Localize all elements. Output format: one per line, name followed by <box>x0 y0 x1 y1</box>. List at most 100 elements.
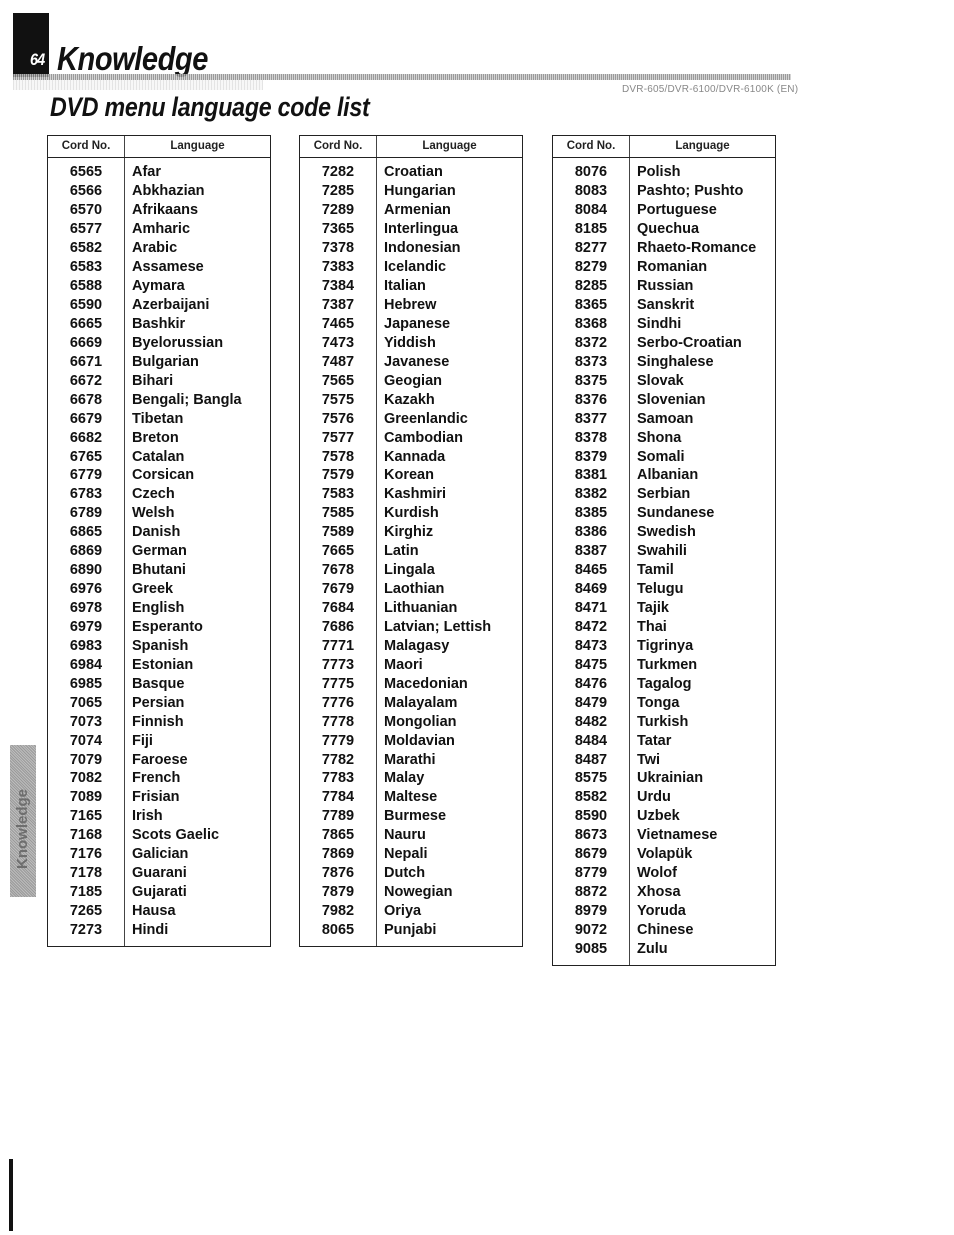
table-row: 6566 Abkhazian <box>48 182 270 201</box>
code-cell: 7576 <box>321 410 355 427</box>
code-cell: 7065 <box>69 694 103 711</box>
code-cell: 7776 <box>321 694 355 711</box>
language-cell: Dutch <box>384 865 426 882</box>
table-row: 8482 Turkish <box>553 712 775 731</box>
language-cell: Macedonian <box>384 675 468 692</box>
code-cell: 7585 <box>321 505 355 522</box>
table-row: 7869 Nepali <box>300 845 522 864</box>
language-cell: Basque <box>132 675 185 692</box>
language-cell: Afar <box>132 164 162 181</box>
code-cell: 6671 <box>69 353 103 370</box>
code-cell: 6783 <box>69 486 103 503</box>
language-cell: Romanian <box>637 259 708 276</box>
code-cell: 8590 <box>574 808 608 825</box>
language-cell: Italian <box>384 278 426 295</box>
language-cell: Uzbek <box>637 808 680 825</box>
language-cell: English <box>132 600 185 617</box>
code-cell: 7578 <box>321 448 355 465</box>
language-cell: Maori <box>384 656 423 673</box>
code-cell: 8673 <box>574 827 608 844</box>
table-row: 6583 Assamese <box>48 258 270 277</box>
table-row: 9085 Zulu <box>553 939 775 958</box>
table-row: 8375 Slovak <box>553 371 775 390</box>
table-row: 7876 Dutch <box>300 864 522 883</box>
language-cell: Albanian <box>637 467 699 484</box>
table-row: 6588 Aymara <box>48 277 270 296</box>
code-cell: 7168 <box>69 827 103 844</box>
language-cell: Yoruda <box>637 903 686 920</box>
language-cell: Pashto; Pushto <box>637 183 744 200</box>
code-cell: 7771 <box>321 637 355 654</box>
language-cell: Bengali; Bangla <box>132 391 242 408</box>
table-row: 7065 Persian <box>48 693 270 712</box>
code-cell: 7265 <box>69 903 103 920</box>
code-cell: 8487 <box>574 751 608 768</box>
table-row: 7089 Frisian <box>48 788 270 807</box>
table-row: 7387 Hebrew <box>300 296 522 315</box>
language-cell: Azerbaijani <box>132 297 210 314</box>
code-cell: 7365 <box>321 221 355 238</box>
language-cell: Somali <box>637 448 685 465</box>
language-cell: Gujarati <box>132 884 187 901</box>
language-cell: Ukrainian <box>637 770 704 787</box>
language-cell: Portuguese <box>637 202 717 219</box>
table-row: 6582 Arabic <box>48 239 270 258</box>
table-row: 6979 Esperanto <box>48 618 270 637</box>
code-cell: 8277 <box>574 240 608 257</box>
language-cell: Zulu <box>637 940 668 957</box>
table-row: 6669 Byelorussian <box>48 333 270 352</box>
language-cell: Esperanto <box>132 618 203 635</box>
code-cell: 8979 <box>574 903 608 920</box>
table-row: 7185 Gujarati <box>48 883 270 902</box>
table-row: 8476 Tagalog <box>553 674 775 693</box>
language-cell: Kazakh <box>384 391 435 408</box>
language-code-table-2: Cord No. Language 7282 Croatian 7285 Hungar… <box>299 135 523 948</box>
side-tab-label: Knowledge <box>14 788 31 869</box>
language-cell: German <box>132 543 187 560</box>
table-row: 8365 Sanskrit <box>553 296 775 315</box>
table-row: 6783 Czech <box>48 485 270 504</box>
code-cell: 7775 <box>321 675 355 692</box>
code-cell: 7565 <box>321 372 355 389</box>
code-cell: 8779 <box>574 865 608 882</box>
code-cell: 7665 <box>321 543 355 560</box>
code-cell: 6682 <box>69 429 103 446</box>
table-row: 8376 Slovenian <box>553 390 775 409</box>
table-row: 6978 English <box>48 599 270 618</box>
code-cell: 7176 <box>69 846 103 863</box>
language-cell: Malagasy <box>384 637 450 654</box>
table-row: 7684 Lithuanian <box>300 599 522 618</box>
language-cell: Kirghiz <box>384 524 434 541</box>
table-row: 6976 Greek <box>48 580 270 599</box>
code-cell: 6865 <box>69 524 103 541</box>
code-cell: 6672 <box>69 372 103 389</box>
language-cell: Scots Gaelic <box>132 827 220 844</box>
language-cell: Aymara <box>132 278 185 295</box>
code-cell: 7982 <box>321 903 355 920</box>
code-cell: 8076 <box>574 164 608 181</box>
table-row: 8377 Samoan <box>553 409 775 428</box>
language-cell: Kannada <box>384 448 446 465</box>
table-row: 7378 Indonesian <box>300 239 522 258</box>
code-cell: 7577 <box>321 429 355 446</box>
language-cell: Japanese <box>384 315 451 332</box>
language-cell: Sundanese <box>637 505 715 522</box>
side-section-tab: Knowledge <box>10 745 36 897</box>
table-row: 7789 Burmese <box>300 807 522 826</box>
header-language: Language <box>422 140 477 152</box>
language-cell: Hindi <box>132 921 169 938</box>
table-row: 8471 Tajik <box>553 599 775 618</box>
table-row: 7778 Mongolian <box>300 712 522 731</box>
code-cell: 7782 <box>321 751 355 768</box>
table-row: 6565 Afar <box>48 163 270 182</box>
language-cell: Sanskrit <box>637 297 695 314</box>
code-cell: 6588 <box>69 278 103 295</box>
table-row: 8381 Albanian <box>553 466 775 485</box>
language-cell: Geogian <box>384 372 443 389</box>
table-row: 8277 Rhaeto-Romance <box>553 239 775 258</box>
code-cell: 7487 <box>321 353 355 370</box>
language-cell: Tatar <box>637 732 672 749</box>
table-row: 7773 Maori <box>300 655 522 674</box>
code-cell: 7178 <box>69 865 103 882</box>
language-cell: Wolof <box>637 865 677 882</box>
